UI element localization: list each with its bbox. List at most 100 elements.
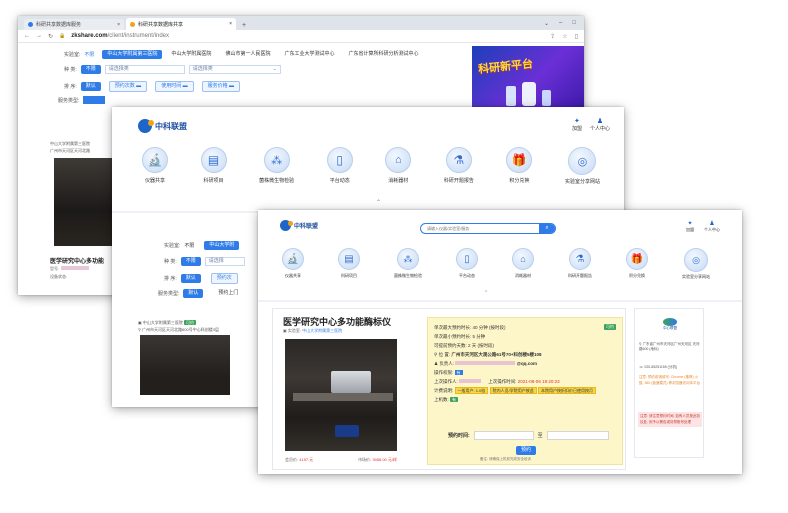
nav-item-report[interactable]: ⚗ 科研开题报告 — [444, 147, 474, 185]
logo-text: 中科联盟 — [155, 121, 187, 131]
book-button[interactable]: 预约 — [516, 446, 537, 455]
nav-item-points[interactable]: 🎁 积分兑换 — [506, 147, 533, 185]
nav-item-research[interactable]: ▤ 科研项目 — [338, 248, 360, 280]
filter-row-lab: 实验室: 不限 中山大学附属第三医院 中山大学附属医院 佛山市第一人民医院 广东… — [64, 50, 423, 59]
subtitle-value[interactable]: 中山大学附属第三医院 — [302, 328, 342, 333]
join-button[interactable]: ✦ 加盟 — [572, 117, 582, 132]
nav-item-consumables[interactable]: ⌂ 消耗器材 — [512, 248, 534, 280]
sort-option-active[interactable]: 默认 — [80, 82, 101, 91]
close-icon[interactable]: × — [229, 21, 232, 27]
list-item-meta: ▣ 中山大学附属第三医院 可约 ⚲ 广州市天河区天河北路600号中心科创楼3层 — [138, 319, 219, 333]
nav-item-bacteria[interactable]: ⁂ 菌株微生物检验 — [394, 248, 422, 280]
instrument-image[interactable] — [285, 339, 397, 451]
filter-label: 服务类型: — [58, 97, 80, 104]
search-button[interactable]: ⌕ — [539, 224, 555, 233]
lab-option-active[interactable]: 中山大学附 — [204, 241, 240, 250]
nav-item-consumables[interactable]: ⌂ 消耗器材 — [385, 147, 412, 185]
reload-icon[interactable]: ↻ — [48, 33, 53, 40]
nav-item-points[interactable]: 🎁 积分兑换 — [626, 248, 648, 280]
phone-text: 020-85251155 (分机) — [644, 365, 677, 369]
url-text[interactable]: zkshare.com/client/instrument/index — [71, 33, 169, 39]
location-value: 广州市天河区大观公路61号70+科创楼5楼108 — [451, 352, 542, 357]
filter-label: 实验室: — [64, 52, 81, 58]
share-icon[interactable]: ⇪ — [550, 33, 555, 40]
last-time-value: 2021-08-06 19:20:23 — [517, 379, 560, 384]
detail-title: 医学研究中心多功能酶标仪 — [283, 317, 392, 327]
sort-option[interactable]: 预约次数 ▬ — [108, 81, 148, 92]
fee-chip: 本院用户按折扣价已使用按月 — [537, 387, 596, 394]
nav-item-instrument-share[interactable]: 🔬 仪器共享 — [142, 147, 168, 185]
profile-button[interactable]: ♟ 个人中心 — [590, 117, 610, 132]
sort-option[interactable]: 预约次 — [210, 273, 238, 284]
nav-item-news[interactable]: ▯ 平台动态 — [326, 147, 353, 185]
nav-item-news[interactable]: ▯ 平台动态 — [456, 248, 478, 280]
join-button[interactable]: ✦ 加盟 — [686, 220, 694, 233]
microscope-icon: 🔬 — [282, 248, 304, 270]
type-option-active[interactable]: 不限 — [80, 65, 101, 74]
search-icon: ⌕ — [545, 225, 549, 231]
lab-network-icon: ◎ — [568, 147, 597, 175]
nav-item-report[interactable]: ⚗ 科研开题报告 — [568, 248, 592, 280]
lab-logo[interactable]: 中心联盟 — [647, 313, 693, 335]
hospital-icon: ▣ — [283, 328, 287, 333]
star-icon[interactable]: ☆ — [562, 33, 567, 40]
info-label: 位 置: — [438, 352, 451, 357]
market-price: 市场价: 3958.00 元/样 — [358, 457, 397, 463]
nav-label: 科研开题报告 — [568, 273, 592, 278]
price-label: 市场价: — [358, 457, 372, 462]
location-line: ⚲ 位 置: 广州市天河区大观公路61号70+科创楼5楼108 — [434, 350, 596, 359]
lab-option[interactable]: 广东工业大学测试中心 — [279, 50, 339, 59]
select-value: 请选择类 — [192, 66, 213, 72]
promo-banner[interactable]: 科研新平台 — [472, 46, 584, 112]
service-option-active[interactable]: 默认 — [183, 289, 204, 298]
type-option-active[interactable]: 不限 — [180, 257, 201, 266]
nav-item-research[interactable]: ▤ 科研项目 — [200, 147, 227, 185]
lab-option-active[interactable]: 中山大学附属第三医院 — [102, 50, 163, 59]
service-option[interactable]: 预约上门 — [213, 289, 243, 298]
booking-to: 至 — [537, 433, 543, 439]
lab-logo-text: 中心联盟 — [663, 325, 677, 330]
lab-option[interactable]: 佛山市第一人民医院 — [220, 50, 275, 59]
nav-item-lab-network[interactable]: ◎ 实验室分享网站 — [682, 248, 710, 280]
nav-label: 仪器共享 — [285, 273, 301, 278]
site-logo[interactable]: 中科联盟 — [138, 119, 187, 133]
card-title[interactable]: 医学研究中心多功能 — [50, 256, 104, 265]
type-select[interactable]: 请选择 — [204, 257, 245, 266]
close-icon[interactable]: × — [117, 22, 120, 28]
browser-action-icons: ⇪ ☆ ▯ — [550, 33, 578, 40]
sort-option[interactable]: 使用时间 ▬ — [155, 81, 194, 92]
nav-item-instrument-share[interactable]: 🔬 仪器共享 — [282, 248, 304, 280]
service-option-active[interactable] — [83, 96, 106, 104]
filter-value[interactable]: 不限 — [184, 242, 194, 249]
profile-button[interactable]: ♟ 个人中心 — [704, 220, 720, 233]
maximize-icon[interactable]: □ — [572, 20, 576, 27]
filter-value[interactable]: 不限 — [84, 51, 94, 58]
search-input[interactable] — [421, 224, 533, 233]
new-tab-button[interactable]: + — [238, 22, 250, 30]
lab-option[interactable]: 中山大学附属医院 — [166, 50, 216, 59]
booking-start-input[interactable] — [473, 431, 534, 440]
booking-end-input[interactable] — [546, 431, 609, 440]
collapse-caret-icon[interactable]: ⌃ — [484, 290, 488, 296]
sort-option-active[interactable]: 默认 — [180, 274, 201, 283]
sidebar-icon[interactable]: ▯ — [575, 33, 578, 40]
type-select[interactable]: 请选择类 ⌄ — [188, 65, 281, 74]
type-select[interactable]: 请选择类 — [104, 65, 185, 74]
browser-tab-active[interactable]: 科研共享数据库共享 × — [126, 18, 236, 30]
minimize-icon[interactable]: – — [559, 20, 562, 27]
research-icon: ▤ — [200, 147, 227, 173]
nav-item-lab-network[interactable]: ◎ 实验室分享网站 — [565, 147, 600, 185]
sort-option[interactable]: 服务价格 ▬ — [201, 81, 240, 92]
lab-option[interactable]: 广东省计算所科研分析测试中心 — [343, 50, 423, 59]
browser-tab[interactable]: 科研共享数据库服务 × — [24, 19, 124, 30]
consumables-icon: ⌂ — [385, 147, 412, 173]
forward-arrow-icon[interactable]: → — [36, 33, 42, 39]
collapse-caret-icon[interactable]: ⌃ — [376, 199, 381, 206]
status-badge: 可约 — [604, 324, 616, 330]
nav-item-bacteria[interactable]: ⁂ 菌株微生物检验 — [259, 147, 294, 185]
back-arrow-icon[interactable]: ← — [24, 33, 30, 39]
chevron-down-icon[interactable]: ⌄ — [544, 20, 549, 27]
instrument-image[interactable] — [140, 335, 230, 395]
browser-window-front: 中科联盟 ⌕ ✦加盟 ♟个人中心 🔬 仪器共享 ▤科研项目 ⁂菌株微生物检验 ▯平… — [258, 210, 742, 474]
site-logo[interactable]: 中科联盟 — [280, 220, 318, 231]
